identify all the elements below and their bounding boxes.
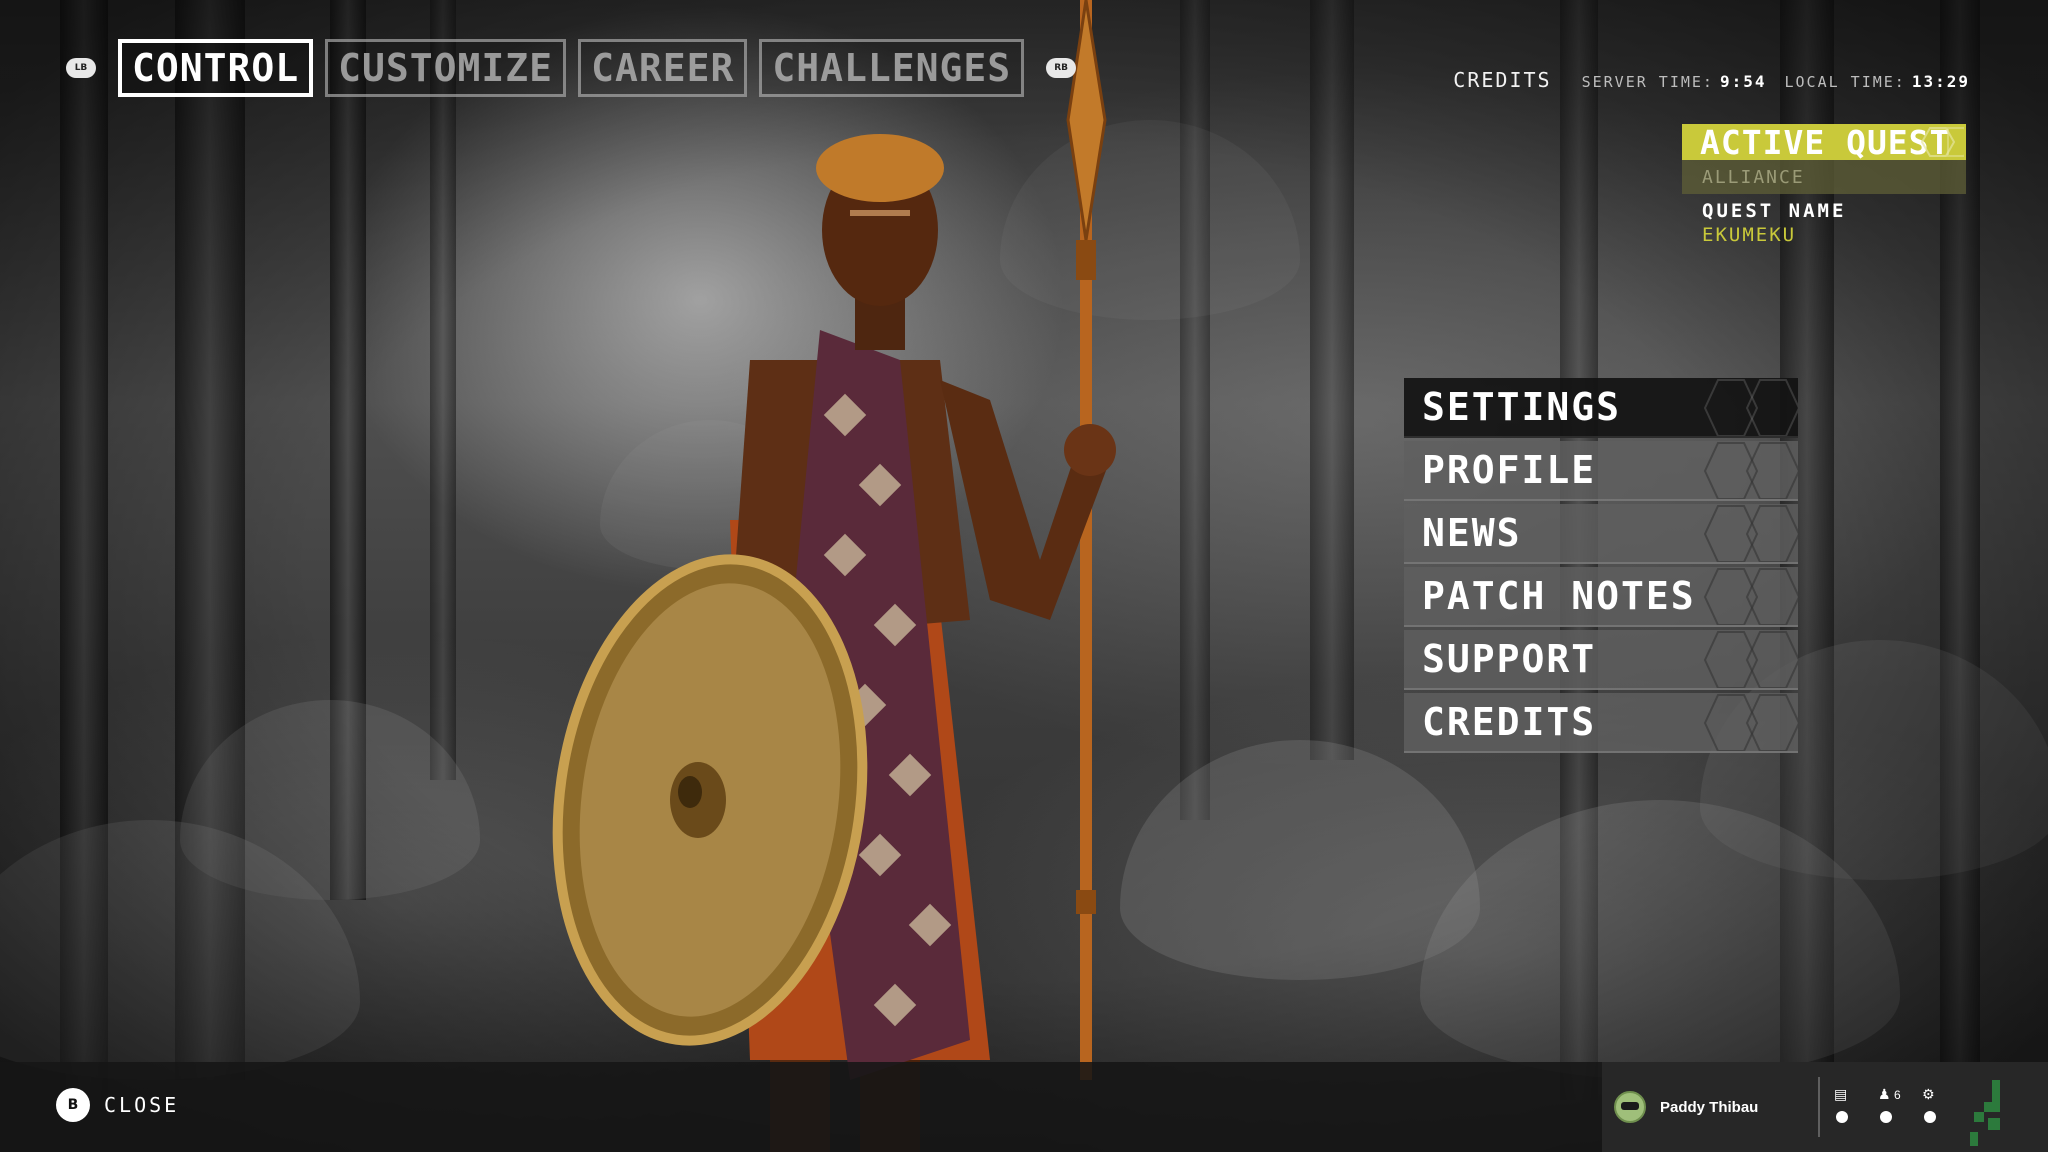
friends-icon: ♟ (1878, 1087, 1891, 1103)
chat-icon: ▤ (1834, 1087, 1848, 1103)
social-panel: Paddy Thibau ▤ ♟ 6 ⚙ (1602, 1062, 2048, 1152)
menu-item-patch-notes[interactable]: PATCH NOTES (1404, 567, 1798, 627)
friends-button[interactable]: ♟ 6 (1876, 1077, 1920, 1137)
quest-name-label: QUEST NAME (1702, 200, 1847, 222)
warrior-illustration (552, 0, 1116, 1152)
rb-bumper-button[interactable]: RB (1046, 58, 1077, 78)
hexagon-pattern-icon (1703, 379, 1798, 436)
hexagon-pattern-icon (1703, 631, 1798, 688)
menu-item-credits[interactable]: CREDITS (1404, 693, 1798, 753)
menu-item-profile[interactable]: PROFILE (1404, 441, 1798, 501)
settings-button[interactable]: ⚙ (1920, 1077, 1964, 1137)
menu-item-support[interactable]: SUPPORT (1404, 630, 1798, 690)
hexagon-icon (1920, 127, 1964, 157)
local-time-value: 13:29 (1911, 72, 1970, 91)
status-dot (1880, 1111, 1892, 1123)
server-time-label: SERVER TIME: (1581, 73, 1714, 91)
credits-balance-label: CREDITS (1453, 68, 1552, 92)
divider (1818, 1077, 1820, 1137)
username[interactable]: Paddy Thibau (1660, 1099, 1818, 1116)
chat-button[interactable]: ▤ (1832, 1077, 1876, 1137)
active-quest-panel[interactable]: ACTIVE QUEST ALLIANCE QUEST NAME EKUMEKU (1682, 124, 1966, 246)
local-time-label: LOCAL TIME: (1784, 73, 1906, 91)
main-menu: SETTINGS PROFILE NEWS PATCH NOTES SUPPOR… (1404, 378, 1798, 756)
bottom-bar: B CLOSE Paddy Thibau ▤ ♟ 6 ⚙ (0, 1062, 2048, 1152)
tab-customize[interactable]: CUSTOMIZE (325, 39, 567, 97)
hexagon-pattern-icon (1703, 505, 1798, 562)
menu-item-label: PATCH NOTES (1422, 574, 1696, 618)
menu-item-news[interactable]: NEWS (1404, 504, 1798, 564)
hexagon-pattern-icon (1703, 442, 1798, 499)
b-button-icon: B (56, 1088, 90, 1122)
quest-faction: ALLIANCE (1682, 160, 1966, 194)
hexagon-pattern-icon (1703, 568, 1798, 625)
menu-item-label: NEWS (1422, 511, 1522, 555)
menu-item-label: SUPPORT (1422, 637, 1597, 681)
quest-name-value: EKUMEKU (1702, 224, 1797, 246)
gear-icon: ⚙ (1922, 1087, 1935, 1103)
server-time-value: 9:54 (1719, 72, 1767, 91)
status-dot (1836, 1111, 1848, 1123)
tab-control[interactable]: CONTROL (118, 39, 314, 97)
header-info: CREDITS SERVER TIME: 9:54 LOCAL TIME: 13… (1453, 68, 1970, 92)
top-navigation: LB CONTROL CUSTOMIZE CAREER CHALLENGES R… (66, 38, 1077, 98)
active-quest-header: ACTIVE QUEST (1682, 124, 1966, 160)
close-button[interactable]: B CLOSE (56, 1088, 179, 1122)
menu-item-settings[interactable]: SETTINGS (1404, 378, 1798, 438)
pixel-decoration (1970, 1080, 2004, 1146)
close-label: CLOSE (104, 1093, 180, 1117)
tab-challenges[interactable]: CHALLENGES (759, 39, 1025, 97)
menu-item-label: PROFILE (1422, 448, 1597, 492)
tab-career[interactable]: CAREER (578, 39, 748, 97)
lb-bumper-button[interactable]: LB (66, 58, 96, 78)
menu-item-label: SETTINGS (1422, 385, 1622, 429)
friends-count: 6 (1894, 1088, 1901, 1102)
status-dot (1924, 1111, 1936, 1123)
avatar[interactable] (1614, 1091, 1646, 1123)
hexagon-pattern-icon (1703, 694, 1798, 751)
warrior-character (520, 0, 1160, 1152)
active-quest-title: ACTIVE QUEST (1700, 124, 1951, 160)
menu-item-label: CREDITS (1422, 700, 1597, 744)
